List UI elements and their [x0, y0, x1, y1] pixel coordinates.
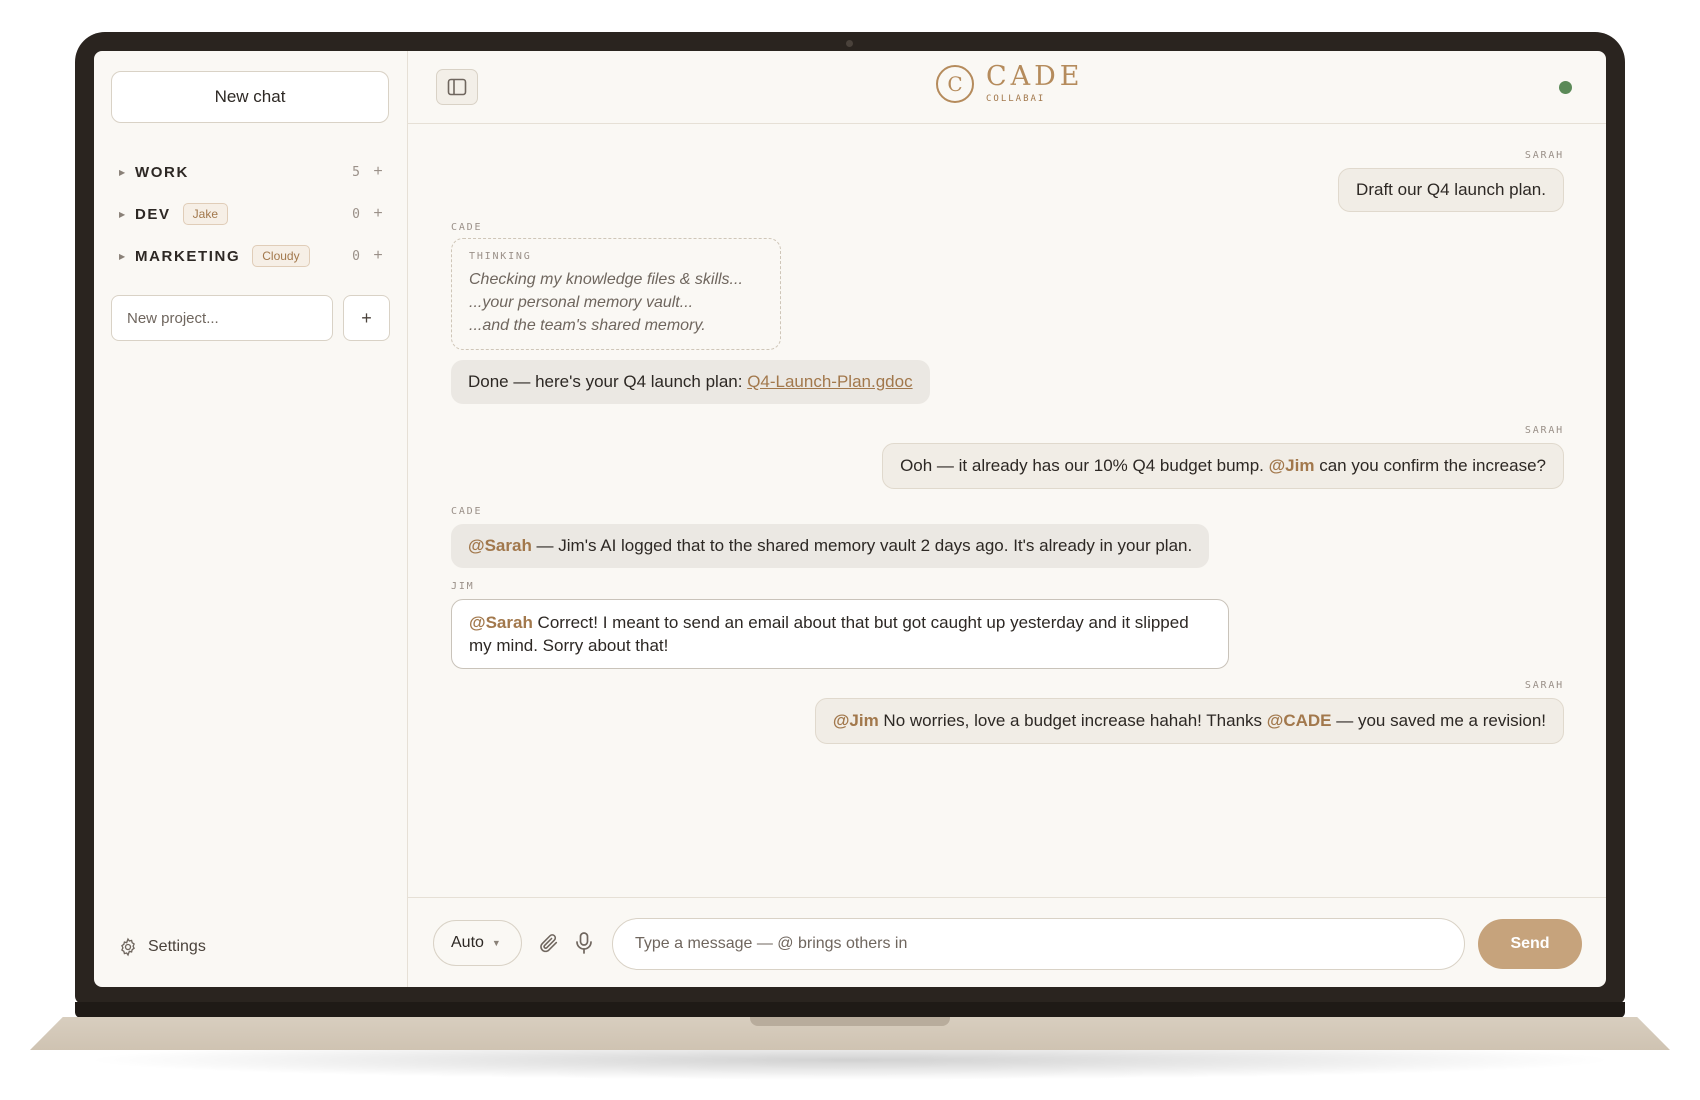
sender-label: JIM — [451, 581, 475, 592]
brand-title: CADE — [986, 61, 1084, 92]
sender-label: CADE — [451, 506, 483, 517]
sender-label: SARAH — [1524, 150, 1564, 161]
settings-button[interactable]: Settings — [118, 937, 206, 957]
mention-jim[interactable]: @Jim — [833, 711, 879, 730]
project-item-work[interactable]: ▶ WORK 5 + — [111, 151, 390, 193]
thinking-label: THINKING — [469, 251, 532, 262]
chevron-down-icon: ▼ — [491, 938, 501, 948]
brand-subtitle: COLLABAI — [986, 94, 1046, 104]
new-chat-button[interactable]: New chat — [111, 71, 389, 123]
add-project-button[interactable]: + — [343, 295, 390, 341]
message-bubble: @Jim No worries, love a budget increase … — [814, 698, 1564, 744]
sidebar-toggle-button[interactable] — [436, 69, 478, 105]
microphone-icon[interactable] — [574, 931, 594, 955]
new-project-row: + — [111, 295, 390, 341]
project-count: 0 — [352, 248, 360, 264]
caret-right-icon[interactable]: ▶ — [119, 168, 135, 177]
laptop-notch — [750, 1017, 950, 1026]
mention-jim[interactable]: @Jim — [1269, 456, 1315, 475]
message-bubble: @Sarah Correct! I meant to send an email… — [451, 599, 1229, 669]
project-item-marketing[interactable]: ▶ MARKETING Cloudy 0 + — [111, 235, 390, 277]
project-count: 0 — [352, 206, 360, 222]
gear-icon — [121, 937, 135, 957]
message-bubble: Done — here's your Q4 launch plan: Q4-La… — [451, 360, 930, 404]
message-text: — you saved me a revision! — [1331, 711, 1546, 730]
message-text: Correct! I meant to send an email about … — [469, 613, 1189, 655]
app-window: New chat ▶ WORK 5 + ▶ DEV Jake 0 + ▶ MAR… — [94, 51, 1606, 987]
project-owner-tag: Jake — [182, 203, 229, 225]
top-bar: C CADE COLLABAI — [408, 51, 1606, 124]
mode-label: Auto — [451, 934, 484, 951]
message-sarah: SARAH Ooh — it already has our 10% Q4 bu… — [882, 425, 1564, 489]
project-owner-tag: Cloudy — [252, 245, 310, 267]
message-cade: CADE THINKING Checking my knowledge file… — [451, 222, 930, 404]
settings-label: Settings — [148, 938, 206, 955]
message-text: can you confirm the increase? — [1314, 456, 1546, 475]
message-input[interactable] — [612, 918, 1465, 970]
thinking-line: ...your personal memory vault... — [469, 294, 694, 311]
attach-icon[interactable] — [538, 931, 560, 955]
thinking-line: ...and the team's shared memory. — [469, 317, 706, 334]
file-link[interactable]: Q4-Launch-Plan.gdoc — [747, 372, 912, 391]
mention-sarah[interactable]: @Sarah — [468, 536, 532, 555]
thinking-block: THINKING Checking my knowledge files & s… — [451, 238, 781, 350]
brand-logo: C CADE COLLABAI — [936, 63, 1084, 104]
sender-label: CADE — [451, 222, 483, 233]
chat-main: C CADE COLLABAI SARAH Draft our Q4 launc… — [408, 51, 1606, 987]
message-sarah: SARAH Draft our Q4 launch plan. — [1338, 150, 1564, 212]
new-project-input[interactable] — [111, 295, 333, 341]
brand-mark: C — [936, 64, 974, 103]
sender-label: SARAH — [1524, 425, 1564, 436]
add-chat-icon[interactable]: + — [372, 247, 384, 265]
message-sarah: SARAH @Jim No worries, love a budget inc… — [814, 680, 1564, 744]
project-name: WORK — [135, 163, 189, 181]
sidebar-toggle-icon — [447, 78, 467, 96]
project-name: DEV — [135, 205, 171, 223]
send-button[interactable]: Send — [1478, 919, 1582, 969]
sidebar: New chat ▶ WORK 5 + ▶ DEV Jake 0 + ▶ MAR… — [94, 51, 408, 987]
message-text: Ooh — it already has our 10% Q4 budget b… — [900, 456, 1269, 475]
project-list: ▶ WORK 5 + ▶ DEV Jake 0 + ▶ MARKETING Cl… — [111, 151, 390, 277]
status-indicator — [1559, 81, 1572, 94]
caret-right-icon[interactable]: ▶ — [119, 210, 135, 219]
message-bubble: Ooh — it already has our 10% Q4 budget b… — [882, 443, 1564, 489]
sender-label: SARAH — [1524, 680, 1564, 691]
project-count: 5 — [352, 164, 360, 180]
message-text: Done — here's your Q4 launch plan: — [468, 372, 748, 391]
laptop-hinge — [75, 1002, 1625, 1018]
message-cade: CADE @Sarah — Jim's AI logged that to th… — [451, 506, 1210, 568]
project-name: MARKETING — [135, 247, 241, 265]
project-item-dev[interactable]: ▶ DEV Jake 0 + — [111, 193, 390, 235]
add-chat-icon[interactable]: + — [372, 205, 384, 223]
mention-cade[interactable]: @CADE — [1267, 711, 1332, 730]
message-jim: JIM @Sarah Correct! I meant to send an e… — [451, 581, 1229, 669]
camera-icon — [846, 40, 853, 47]
message-bubble: @Sarah — Jim's AI logged that to the sha… — [451, 524, 1210, 568]
composer: Auto ▼ Send — [408, 897, 1606, 987]
message-bubble: Draft our Q4 launch plan. — [1338, 168, 1564, 212]
thinking-line: Checking my knowledge files & skills... — [469, 271, 743, 288]
add-chat-icon[interactable]: + — [372, 163, 384, 181]
message-text: — Jim's AI logged that to the shared mem… — [531, 536, 1193, 555]
mention-sarah[interactable]: @Sarah — [469, 613, 533, 632]
message-list: SARAH Draft our Q4 launch plan. CADE THI… — [408, 124, 1606, 897]
mode-select[interactable]: Auto ▼ — [433, 920, 522, 966]
message-text: No worries, love a budget increase hahah… — [878, 711, 1267, 730]
caret-right-icon[interactable]: ▶ — [119, 252, 135, 261]
